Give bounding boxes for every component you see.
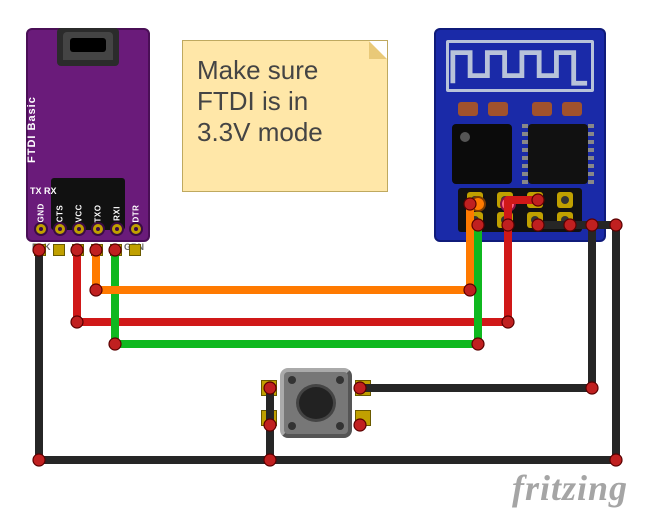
ftdi-pin-txo xyxy=(91,222,105,236)
esp-chip xyxy=(452,124,512,184)
note-line2: FTDI is in xyxy=(197,86,308,116)
note-line1: Make sure xyxy=(197,55,318,85)
ftdi-pin-rxi xyxy=(110,222,124,236)
esp-capacitor xyxy=(488,102,508,116)
ftdi-pin-header xyxy=(26,240,150,260)
ftdi-pinlabel-vcc: VCC xyxy=(75,205,84,223)
ftdi-pin-vcc xyxy=(72,222,86,236)
usb-connector xyxy=(57,28,119,66)
ftdi-pin-dtr xyxy=(129,222,143,236)
sticky-note: Make sure FTDI is in 3.3V mode xyxy=(182,40,388,192)
ftdi-pinlabel-cts: CTS xyxy=(56,205,65,223)
ftdi-pinlabel-dtr: DTR xyxy=(132,205,141,223)
fritzing-attribution: fritzing xyxy=(512,467,628,509)
ftdi-txrx-label: TX RX xyxy=(30,186,57,196)
tactile-pushbutton xyxy=(270,368,362,438)
esp-capacitor xyxy=(532,102,552,116)
note-text: Make sure FTDI is in 3.3V mode xyxy=(183,41,387,159)
esp-capacitor xyxy=(562,102,582,116)
ftdi-basic-board: FTDI Basic TX RX GND CTS VCC TXO RXI DTR… xyxy=(26,28,150,242)
esp-pcb-antenna xyxy=(446,40,594,92)
ftdi-pinlabel-rxi: RXI xyxy=(113,205,122,223)
pushbutton-body xyxy=(280,368,352,438)
ftdi-pinlabel-gnd: GND xyxy=(37,205,46,223)
note-fold-icon xyxy=(369,41,387,59)
esp8266-board xyxy=(434,28,606,242)
esp-flash-chip xyxy=(528,124,588,184)
esp-capacitor xyxy=(458,102,478,116)
ftdi-pin-gnd xyxy=(34,222,48,236)
ftdi-pinlabel-txo: TXO xyxy=(94,205,103,223)
ftdi-pin-cts xyxy=(53,222,67,236)
ftdi-board-label: FTDI Basic xyxy=(26,80,44,180)
esp-top-pin-2 xyxy=(500,196,516,212)
note-line3: 3.3V mode xyxy=(197,117,323,147)
wiring-diagram: { "attribution": "fritzing", "note": { "… xyxy=(0,0,650,523)
esp-top-pin-1 xyxy=(470,196,486,212)
